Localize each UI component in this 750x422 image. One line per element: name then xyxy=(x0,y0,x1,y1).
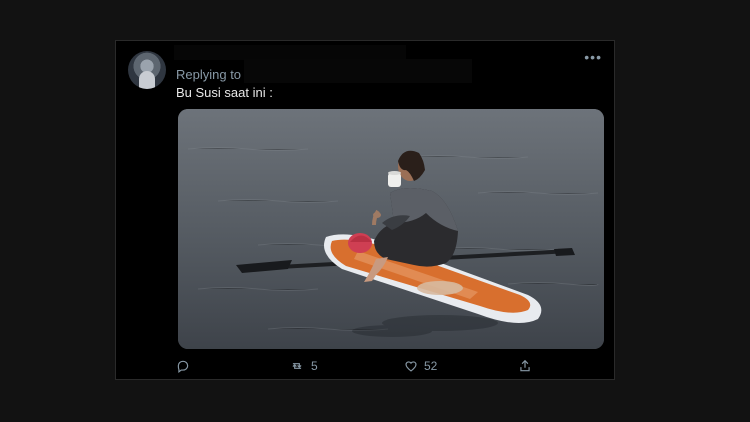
retweet-icon xyxy=(292,363,302,369)
more-options-icon[interactable]: ••• xyxy=(584,49,602,65)
share-icon xyxy=(520,359,530,372)
tweet-actions: 5 52 xyxy=(176,359,596,375)
replying-to-label: Replying to xyxy=(176,67,242,82)
heart-icon xyxy=(405,361,417,372)
tweet-text: Bu Susi saat ini : xyxy=(176,85,273,100)
like-action[interactable]: 52 xyxy=(404,359,437,373)
paddleboard-scene xyxy=(178,109,604,349)
redacted-mention xyxy=(244,59,472,83)
retweet-count: 5 xyxy=(311,359,318,373)
tweet-card[interactable]: ••• Replying to Bu Susi saat ini : 5 52 xyxy=(115,40,615,380)
user-avatar[interactable] xyxy=(128,51,166,89)
like-count: 52 xyxy=(424,359,438,373)
retweet-action[interactable]: 5 xyxy=(289,359,318,373)
tweet-image[interactable] xyxy=(178,109,604,349)
redacted-username xyxy=(174,45,406,60)
reply-action[interactable] xyxy=(176,359,190,373)
share-action[interactable] xyxy=(518,359,532,373)
reply-icon xyxy=(177,360,189,373)
